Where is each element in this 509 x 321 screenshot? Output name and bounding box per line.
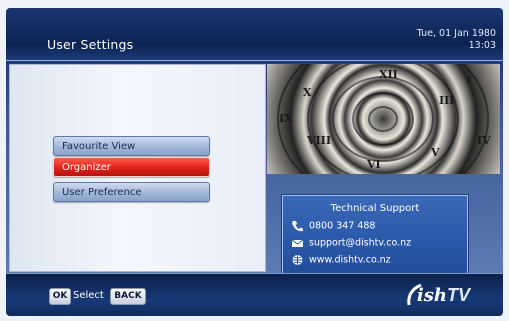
support-title: Technical Support: [330, 203, 420, 214]
svg-text:X: X: [303, 86, 312, 99]
globe-icon: [291, 254, 304, 266]
footer-bar: OK Select BACK ishTV: [6, 273, 503, 316]
support-web-row: www.dishtv.co.nz: [291, 254, 391, 268]
date-text: Tue, 01 Jan 1980: [416, 28, 496, 39]
svg-text:V: V: [430, 146, 440, 159]
support-email-row: support@dishtv.co.nz: [291, 237, 411, 251]
menu-item-favourite-view[interactable]: Favourite View: [53, 136, 210, 156]
dish-swoosh-icon: [407, 283, 422, 306]
svg-text:III: III: [439, 94, 454, 107]
date-time: Tue, 01 Jan 1980 13:03: [417, 28, 496, 52]
svg-text:XII: XII: [379, 68, 398, 81]
back-key[interactable]: BACK: [110, 288, 146, 305]
svg-text:I: I: [467, 74, 472, 87]
support-phone-row: 0800 347 488: [291, 220, 375, 234]
header-bar: User Settings Tue, 01 Jan 1980 13:03: [6, 8, 503, 61]
logo-tv: TV: [446, 285, 470, 305]
dishtv-logo: ishTV: [407, 282, 470, 308]
technical-support-box: Technical Support 0800 347 488 support@d…: [282, 195, 468, 274]
page-title: User Settings: [47, 37, 134, 52]
support-phone: 0800 347 488: [309, 220, 376, 232]
svg-text:VI: VI: [366, 158, 381, 171]
ok-action-label: Select: [73, 290, 104, 301]
svg-text:IV: IV: [477, 134, 491, 147]
support-email: support@dishtv.co.nz: [309, 237, 412, 249]
spiral-clock-image: XII III V VI VIII X I IX IV: [267, 64, 500, 174]
menu-item-user-preference[interactable]: User Preference: [53, 182, 210, 202]
content-area: Favourite View Organizer User Preference…: [6, 61, 503, 274]
menu-panel: Favourite View Organizer User Preference: [9, 64, 266, 272]
svg-text:VIII: VIII: [306, 134, 331, 147]
tv-screen: User Settings Tue, 01 Jan 1980 13:03 Fav…: [6, 8, 503, 316]
menu-item-organizer[interactable]: Organizer: [53, 157, 210, 177]
preview-panel: XII III V VI VIII X I IX IV Technical Su…: [267, 64, 500, 274]
support-website: www.dishtv.co.nz: [309, 254, 391, 266]
svg-text:IX: IX: [279, 112, 293, 125]
ok-key[interactable]: OK: [49, 288, 71, 305]
envelope-icon: [291, 237, 304, 249]
time-text: 13:03: [468, 40, 496, 51]
phone-icon: [291, 220, 304, 232]
